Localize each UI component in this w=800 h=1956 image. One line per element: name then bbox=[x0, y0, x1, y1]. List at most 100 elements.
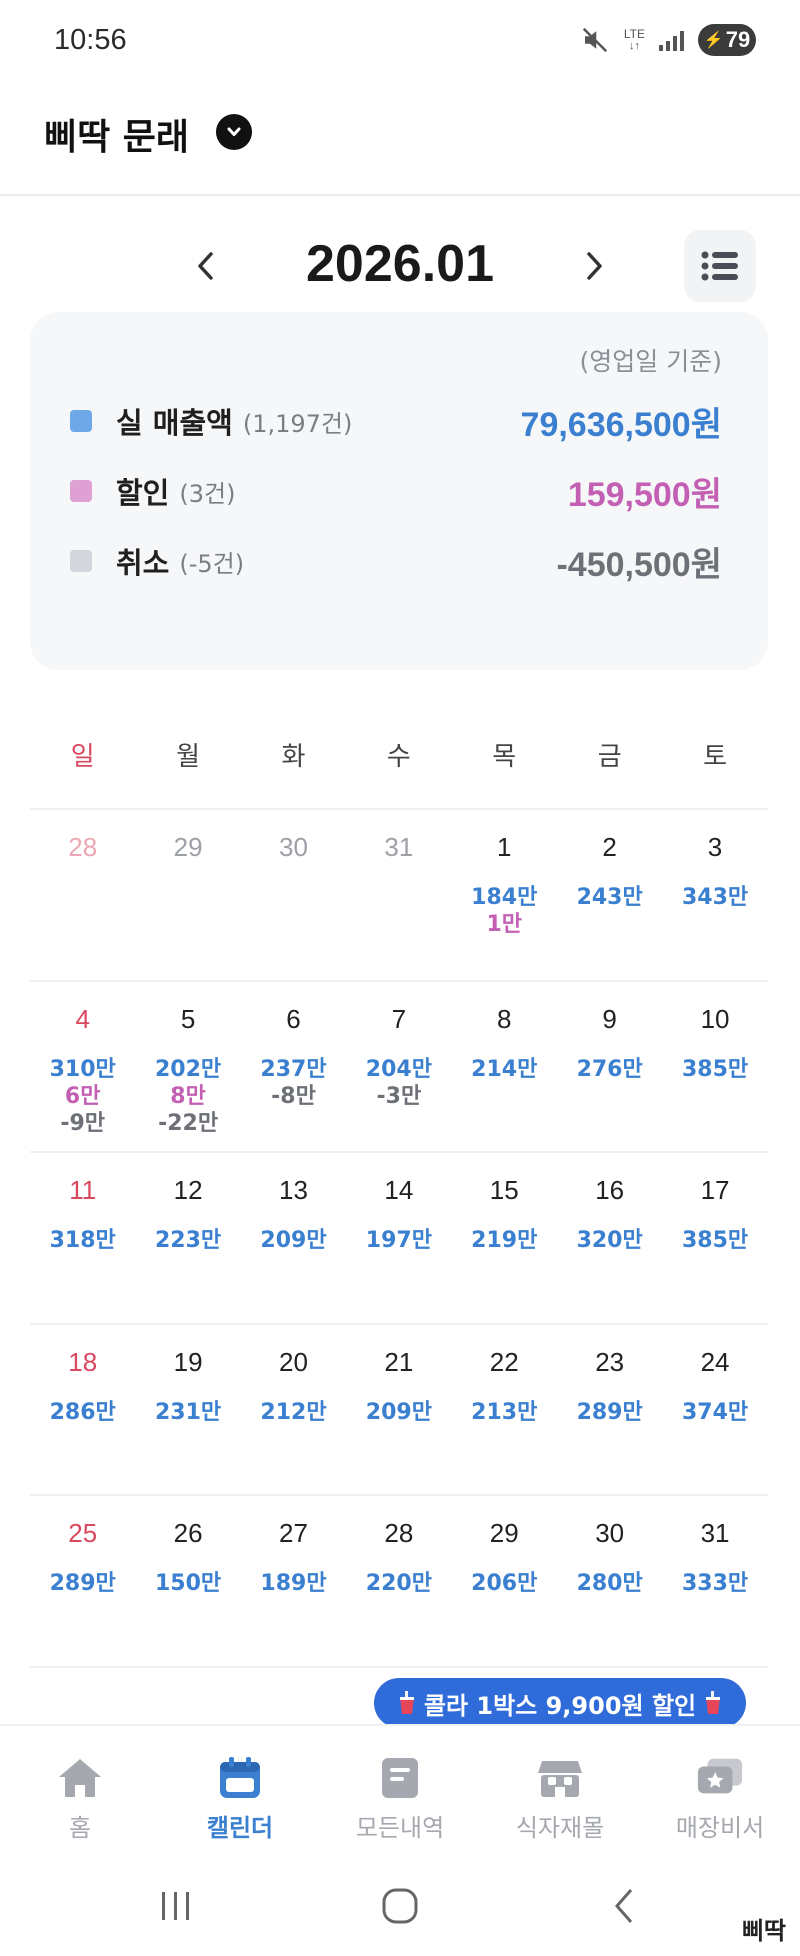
home-circle-icon[interactable] bbox=[370, 1884, 430, 1928]
weekday-label: 월 bbox=[176, 742, 201, 772]
calendar-day[interactable]: 14 197만 bbox=[346, 1153, 451, 1323]
calendar-week: 18 286만 19 231만 20 212만 21 209만 22 213만 23 289만 24 37… bbox=[30, 1322, 768, 1495]
calendar-day[interactable]: 22 213만 bbox=[452, 1325, 557, 1495]
signal-icon bbox=[659, 29, 684, 51]
calendar-day[interactable]: 23 289만 bbox=[557, 1325, 662, 1495]
list-view-icon bbox=[701, 251, 738, 281]
calendar-day[interactable]: 17 385만 bbox=[662, 1153, 767, 1323]
sales-amount: 237만 bbox=[260, 1056, 327, 1082]
nav-ingredient-mall[interactable]: 식자재몰 bbox=[480, 1726, 640, 1846]
day-number: 14 bbox=[384, 1175, 414, 1205]
cola-cup-icon bbox=[399, 1691, 414, 1714]
calendar-day[interactable]: 28 220만 bbox=[346, 1496, 451, 1666]
day-number: 6 bbox=[286, 1003, 301, 1034]
receipt-icon bbox=[382, 1758, 418, 1798]
calendar-day[interactable]: 29 bbox=[135, 810, 240, 980]
cola-cup-icon bbox=[706, 1691, 721, 1714]
nav-store-assistant[interactable]: 매장비서 bbox=[640, 1726, 800, 1846]
calendar-grid: 28 29 30 31 1 184만 1만 2 243만 3 343만 4 310만 6만 -9만 5 202만… bbox=[30, 808, 768, 1668]
weekday-label: 화 bbox=[281, 742, 306, 772]
nav-home[interactable]: 홈 bbox=[0, 1726, 160, 1846]
calendar-day[interactable]: 5 202만 8만 -22만 bbox=[135, 982, 240, 1152]
summary-label: 취소 bbox=[116, 546, 170, 580]
calendar-day[interactable]: 20 212만 bbox=[241, 1325, 346, 1495]
calendar-day[interactable]: 30 bbox=[241, 810, 346, 980]
day-number: 29 bbox=[489, 1518, 519, 1548]
chevron-right-icon[interactable] bbox=[570, 242, 618, 290]
system-navigation: 삐딱 bbox=[0, 1858, 800, 1956]
day-number: 22 bbox=[489, 1346, 519, 1377]
calendar-day[interactable]: 29 206만 bbox=[452, 1496, 557, 1666]
nav-all-history[interactable]: 모든내역 bbox=[320, 1726, 480, 1846]
chevron-left-icon[interactable] bbox=[182, 242, 230, 290]
calendar-day[interactable]: 3 343만 bbox=[662, 810, 767, 980]
calendar-day[interactable]: 11 318만 bbox=[30, 1153, 135, 1323]
business-day-note: (영업일 기준) bbox=[579, 347, 722, 376]
sales-amount: 220만 bbox=[365, 1571, 432, 1596]
day-number: 27 bbox=[279, 1518, 308, 1548]
chevron-down-icon[interactable] bbox=[216, 114, 252, 150]
weekday-label: 목 bbox=[492, 742, 517, 772]
calendar-day[interactable]: 27 189만 bbox=[241, 1496, 346, 1666]
calendar-day[interactable]: 31 333만 bbox=[662, 1496, 767, 1666]
sales-amount: 276만 bbox=[576, 1056, 643, 1082]
day-number: 29 bbox=[173, 832, 203, 862]
legend-swatch bbox=[70, 410, 92, 432]
sales-amount: 289만 bbox=[49, 1571, 116, 1596]
calendar-day[interactable]: 6 237만 -8만 bbox=[241, 982, 346, 1152]
status-time: 10:56 bbox=[54, 24, 127, 56]
weekday-label: 수 bbox=[386, 742, 411, 772]
status-bar: 10:56 LTE ↓↑ ⚡ 79 bbox=[0, 0, 800, 84]
recent-apps-icon[interactable] bbox=[146, 1884, 206, 1928]
sales-amount: 223만 bbox=[155, 1228, 222, 1253]
calendar-day[interactable]: 25 289만 bbox=[30, 1496, 135, 1666]
calendar-day[interactable]: 8 214만 bbox=[452, 982, 557, 1152]
summary-value: -450,500원 bbox=[556, 545, 722, 584]
calendar-day[interactable]: 18 286만 bbox=[30, 1325, 135, 1495]
nav-calendar[interactable]: 캘린더 bbox=[160, 1726, 320, 1846]
calendar-day[interactable]: 24 374만 bbox=[662, 1325, 767, 1495]
calendar-day[interactable]: 19 231만 bbox=[135, 1325, 240, 1495]
calendar-day[interactable]: 13 209만 bbox=[241, 1153, 346, 1323]
cancel-amount: -9만 bbox=[60, 1110, 106, 1136]
sales-amount: 212만 bbox=[260, 1399, 327, 1425]
sales-amount: 214만 bbox=[471, 1056, 538, 1082]
list-view-button[interactable] bbox=[684, 230, 756, 302]
sales-amount: 219만 bbox=[471, 1228, 538, 1253]
calendar-day[interactable]: 21 209만 bbox=[346, 1325, 451, 1495]
sales-amount: 206만 bbox=[471, 1571, 538, 1596]
day-number: 24 bbox=[700, 1346, 730, 1377]
day-number: 2 bbox=[602, 832, 617, 862]
day-number: 18 bbox=[68, 1346, 98, 1377]
calendar-day[interactable]: 4 310만 6만 -9만 bbox=[30, 982, 135, 1152]
calendar-day[interactable]: 12 223만 bbox=[135, 1153, 240, 1323]
day-number: 11 bbox=[69, 1175, 97, 1205]
store-name[interactable]: 삐딱 문래 bbox=[44, 108, 189, 160]
calendar-day[interactable]: 15 219만 bbox=[452, 1153, 557, 1323]
calendar-day[interactable]: 26 150만 bbox=[135, 1496, 240, 1666]
sales-amount: 197만 bbox=[365, 1228, 432, 1253]
weekday-label: 토 bbox=[703, 742, 727, 772]
day-number: 20 bbox=[279, 1346, 308, 1377]
chat-star-icon bbox=[697, 1758, 743, 1794]
day-number: 4 bbox=[75, 1003, 90, 1034]
calendar-day[interactable]: 28 bbox=[30, 810, 135, 980]
day-number: 5 bbox=[180, 1003, 196, 1034]
back-icon[interactable] bbox=[594, 1884, 654, 1928]
summary-count: (3건) bbox=[179, 479, 236, 508]
summary-label: 할인 bbox=[116, 476, 170, 510]
calendar-day[interactable]: 2 243만 bbox=[557, 810, 662, 980]
calendar-week: 4 310만 6만 -9만 5 202만 8만 -22만 6 237만 -8만 7 204만 -3만 8 21… bbox=[30, 979, 768, 1152]
calendar-day[interactable]: 16 320만 bbox=[557, 1153, 662, 1323]
summary-row: 실 매출액 (1,197건) 79,636,500원 bbox=[70, 396, 722, 446]
battery-charging-icon: ⚡ 79 bbox=[698, 24, 756, 56]
calendar-week: 28 29 30 31 1 184만 1만 2 243만 3 343만 bbox=[30, 808, 768, 980]
day-number: 31 bbox=[384, 832, 414, 862]
calendar-day[interactable]: 30 280만 bbox=[557, 1496, 662, 1666]
calendar-day[interactable]: 10 385만 bbox=[662, 982, 767, 1152]
calendar-day[interactable]: 9 276만 bbox=[557, 982, 662, 1152]
calendar-day[interactable]: 31 bbox=[346, 810, 451, 980]
calendar-day[interactable]: 1 184만 1만 bbox=[452, 810, 557, 980]
promo-banner[interactable]: 콜라 1박스 9,900원 할인 bbox=[374, 1678, 746, 1740]
calendar-day[interactable]: 7 204만 -3만 bbox=[346, 982, 451, 1152]
